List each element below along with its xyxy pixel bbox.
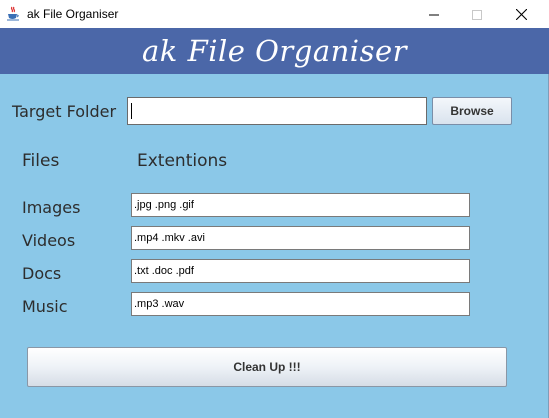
videos-extensions-input[interactable]: .mp4 .mkv .avi xyxy=(131,226,470,250)
close-icon xyxy=(515,5,527,24)
java-cup-icon xyxy=(6,6,20,21)
title-bar[interactable]: ak File Organiser xyxy=(0,0,549,28)
close-button[interactable] xyxy=(499,0,543,28)
text-caret xyxy=(131,103,132,119)
music-label: Music xyxy=(22,297,68,316)
docs-extensions-input[interactable]: .txt .doc .pdf xyxy=(131,259,470,283)
browse-button[interactable]: Browse xyxy=(432,97,512,125)
header-banner: ak File Organiser xyxy=(0,28,549,74)
videos-label: Videos xyxy=(22,231,76,250)
minimize-icon xyxy=(429,5,439,24)
extensions-column-header: Extentions xyxy=(137,151,228,171)
app-window: ak File Organiser ak File Organiser Targ… xyxy=(0,0,549,418)
music-extensions-input[interactable]: .mp3 .wav xyxy=(131,292,470,316)
maximize-icon xyxy=(472,5,482,24)
banner-title: ak File Organiser xyxy=(142,34,407,68)
window-title: ak File Organiser xyxy=(27,7,119,21)
maximize-button[interactable] xyxy=(455,0,499,28)
images-extensions-input[interactable]: .jpg .png .gif xyxy=(131,193,470,217)
target-folder-input[interactable] xyxy=(127,97,427,125)
minimize-button[interactable] xyxy=(412,0,456,28)
clean-up-button[interactable]: Clean Up !!! xyxy=(27,347,507,387)
images-label: Images xyxy=(22,198,81,217)
files-column-header: Files xyxy=(22,151,60,171)
docs-label: Docs xyxy=(22,264,62,283)
target-folder-label: Target Folder xyxy=(12,102,117,121)
